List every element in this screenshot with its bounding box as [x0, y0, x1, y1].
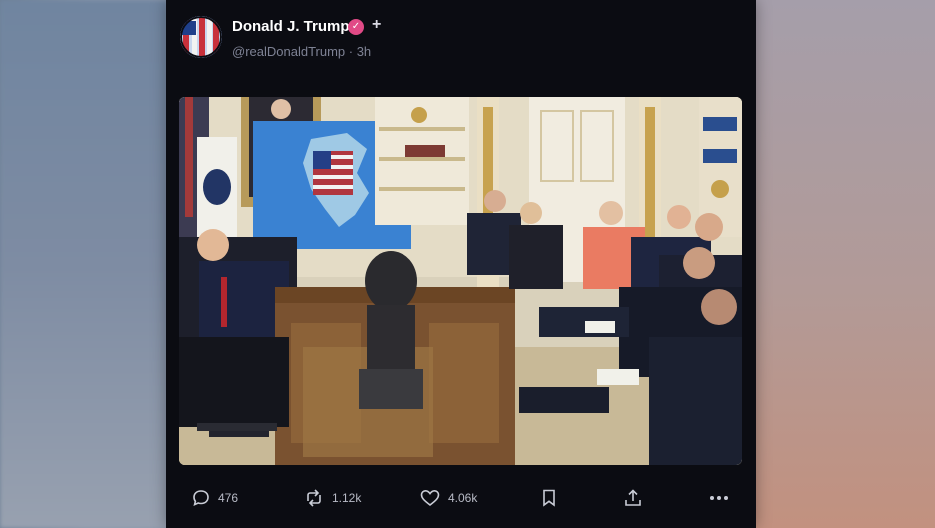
heart-icon — [420, 489, 440, 507]
bookmark-icon — [543, 489, 555, 507]
share-button[interactable] — [624, 484, 650, 512]
reply-button[interactable]: 476 — [192, 484, 238, 512]
repost-icon — [307, 489, 321, 507]
flag-avatar-image — [180, 16, 222, 58]
repost-count: 1.12k — [332, 491, 362, 505]
post-actions: 476 1.12k 4.06k — [166, 484, 756, 512]
verified-badge-icon: ✓ — [348, 19, 364, 35]
repost-button[interactable]: 1.12k — [304, 484, 361, 512]
reply-icon — [193, 490, 209, 506]
like-count: 4.06k — [448, 491, 478, 505]
author-avatar[interactable] — [180, 16, 222, 58]
author-handle[interactable]: @realDonaldTrump · 3h — [232, 44, 371, 59]
reply-count: 476 — [218, 491, 239, 505]
like-button[interactable]: 4.06k — [420, 484, 477, 512]
share-icon — [625, 489, 641, 506]
more-options-button[interactable] — [708, 484, 738, 512]
plus-icon[interactable]: + — [372, 16, 381, 34]
bookmark-button[interactable] — [542, 484, 564, 512]
author-display-name[interactable]: Donald J. Trump — [232, 18, 350, 35]
post-image[interactable] — [179, 97, 742, 465]
oval-office-photo — [179, 97, 742, 465]
blurred-background-right — [755, 0, 935, 528]
post-card: Donald J. Trump ✓ + @realDonaldTrump · 3… — [166, 0, 756, 528]
more-icon — [710, 496, 728, 500]
blurred-background-left — [0, 0, 168, 528]
